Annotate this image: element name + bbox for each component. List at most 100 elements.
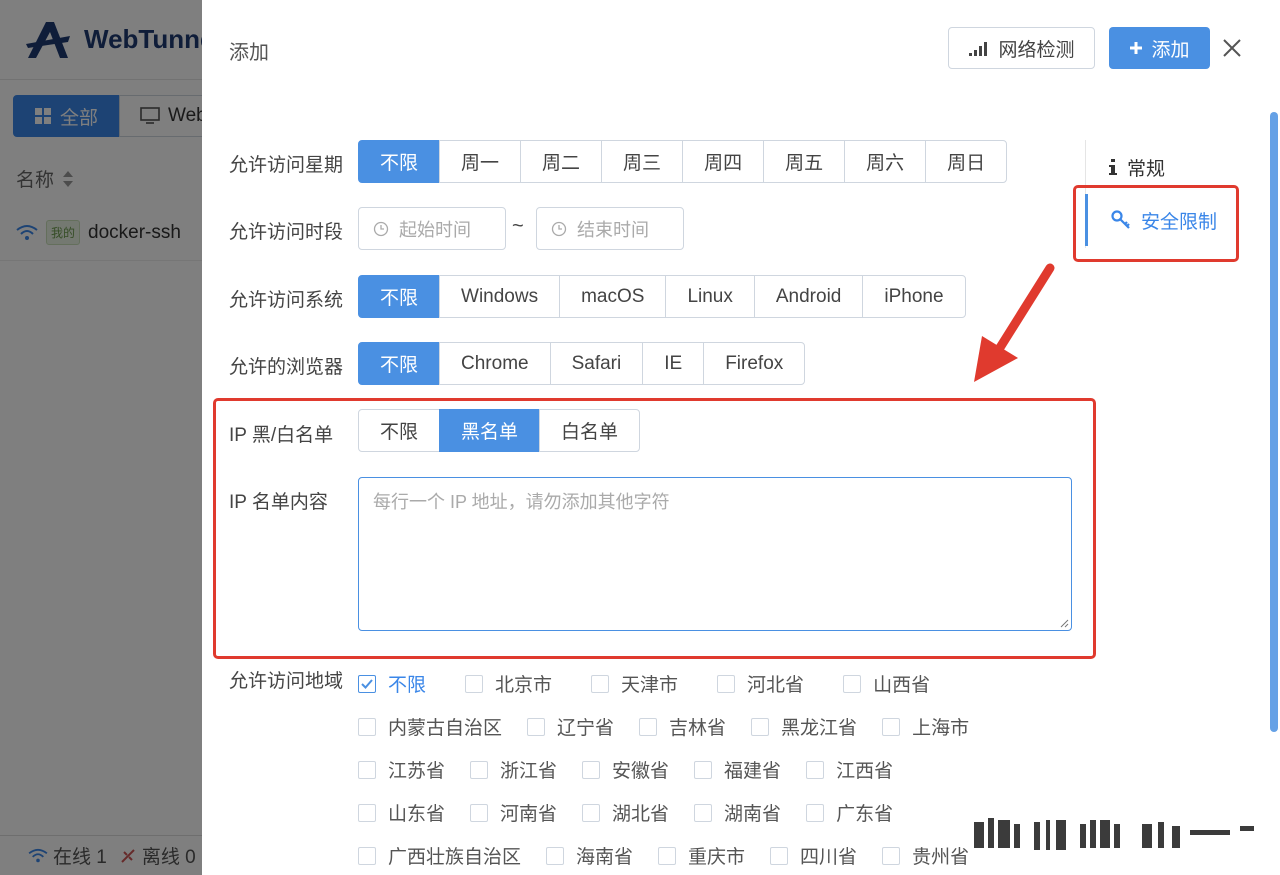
region-checkbox-label: 天津市 — [621, 675, 679, 696]
region-checkbox[interactable]: 重庆市 — [658, 842, 745, 869]
browser-option[interactable]: 不限 — [358, 342, 441, 385]
region-checkbox[interactable]: 湖南省 — [694, 799, 781, 826]
weekday-option[interactable]: 周二 — [520, 140, 603, 183]
region-checkbox[interactable]: 贵州省 — [882, 842, 969, 869]
end-time-placeholder: 结束时间 — [577, 219, 649, 240]
checkbox-box — [527, 717, 546, 736]
end-time-input[interactable]: 结束时间 — [536, 207, 684, 250]
region-checkbox-label: 广西壮族自治区 — [388, 847, 522, 868]
region-checkbox[interactable]: 四川省 — [770, 842, 857, 869]
region-checkbox[interactable]: 上海市 — [882, 713, 969, 740]
checkbox-box — [694, 760, 713, 779]
os-option[interactable]: 不限 — [358, 275, 441, 318]
region-checkbox[interactable]: 江西省 — [806, 756, 893, 783]
add-button[interactable]: 添加 — [1109, 27, 1210, 69]
region-checkbox[interactable]: 河南省 — [470, 799, 557, 826]
checkbox-box — [582, 803, 601, 822]
add-label: 添加 — [1151, 39, 1190, 61]
weekday-option[interactable]: 周日 — [925, 140, 1008, 183]
os-option[interactable]: macOS — [559, 275, 667, 318]
checkbox-box — [717, 674, 736, 693]
weekday-selector: 不限 周一 周二 周三 周四 周五 周六 周日 — [358, 140, 1008, 183]
region-checkbox[interactable]: 山西省 — [843, 670, 930, 697]
region-checkbox-label: 江西省 — [836, 761, 894, 782]
region-checkbox-label: 四川省 — [800, 847, 858, 868]
weekday-option[interactable]: 不限 — [358, 140, 441, 183]
checkbox-box — [358, 803, 376, 822]
checkbox-box — [358, 674, 376, 693]
start-time-input[interactable]: 起始时间 — [358, 207, 506, 250]
region-row: 山东省 河南省 湖北省 湖南省 广东省 — [358, 791, 1078, 834]
region-label: 允许访问地域 — [229, 671, 344, 692]
checkbox-box — [470, 803, 489, 822]
region-checkbox[interactable]: 吉林省 — [639, 713, 726, 740]
checkbox-box — [591, 674, 610, 693]
checkbox-box — [806, 803, 825, 822]
checkbox-box — [882, 846, 901, 865]
close-button[interactable] — [1218, 34, 1246, 62]
region-checkbox-grid: 不限 北京市 天津市 河北省 山西省 内蒙古自治区 辽宁省 吉林省 黑龙江省 上… — [358, 662, 1078, 875]
region-checkbox[interactable]: 辽宁省 — [527, 713, 614, 740]
os-option[interactable]: iPhone — [862, 275, 966, 318]
annotation-arrow-icon — [974, 263, 1055, 382]
network-check-label: 网络检测 — [998, 39, 1075, 61]
region-row: 江苏省 浙江省 安徽省 福建省 江西省 — [358, 748, 1078, 791]
region-checkbox-label: 黑龙江省 — [781, 718, 858, 739]
weekday-label: 允许访问星期 — [229, 155, 344, 176]
nav-general-label: 常规 — [1127, 158, 1166, 180]
region-checkbox-label: 浙江省 — [500, 761, 558, 782]
region-checkbox[interactable]: 广西壮族自治区 — [358, 842, 521, 869]
weekday-option[interactable]: 周三 — [601, 140, 684, 183]
region-checkbox-label: 湖南省 — [724, 804, 782, 825]
browser-option[interactable]: IE — [642, 342, 705, 385]
os-option[interactable]: Android — [753, 275, 864, 318]
checkbox-box — [639, 717, 658, 736]
browser-selector: 不限 Chrome Safari IE Firefox — [358, 342, 806, 385]
region-checkbox[interactable]: 河北省 — [717, 670, 804, 697]
network-check-button[interactable]: 网络检测 — [948, 27, 1095, 69]
annotation-box-ip-section — [213, 398, 1096, 659]
weekday-option[interactable]: 周六 — [844, 140, 927, 183]
checkbox-box — [843, 674, 862, 693]
checkbox-box — [465, 674, 484, 693]
region-checkbox[interactable]: 北京市 — [465, 670, 552, 697]
weekday-option[interactable]: 周四 — [682, 140, 765, 183]
checkbox-box — [658, 846, 677, 865]
checkbox-box — [806, 760, 825, 779]
region-checkbox[interactable]: 海南省 — [546, 842, 633, 869]
region-checkbox[interactable]: 黑龙江省 — [751, 713, 857, 740]
os-option[interactable]: Linux — [665, 275, 755, 318]
start-time-placeholder: 起始时间 — [399, 219, 471, 240]
browser-option[interactable]: Firefox — [703, 342, 806, 385]
weekday-option[interactable]: 周一 — [439, 140, 522, 183]
time-range-label: 允许访问时段 — [229, 222, 344, 243]
region-checkbox[interactable]: 内蒙古自治区 — [358, 713, 502, 740]
region-checkbox[interactable]: 广东省 — [806, 799, 893, 826]
region-checkbox[interactable]: 浙江省 — [470, 756, 557, 783]
region-checkbox[interactable]: 不限 — [358, 670, 426, 697]
drawer-title: 添加 — [229, 42, 269, 64]
region-checkbox-label: 广东省 — [836, 804, 894, 825]
os-selector: 不限 Windows macOS Linux Android iPhone — [358, 275, 966, 318]
region-row: 不限 北京市 天津市 河北省 山西省 — [358, 662, 1078, 705]
region-checkbox[interactable]: 福建省 — [694, 756, 781, 783]
region-checkbox-label: 湖北省 — [612, 804, 670, 825]
region-checkbox-label: 河南省 — [500, 804, 558, 825]
weekday-option[interactable]: 周五 — [763, 140, 846, 183]
region-checkbox[interactable]: 江苏省 — [358, 756, 445, 783]
region-checkbox[interactable]: 安徽省 — [582, 756, 669, 783]
os-option[interactable]: Windows — [439, 275, 561, 318]
region-checkbox[interactable]: 山东省 — [358, 799, 445, 826]
region-checkbox-label: 贵州省 — [912, 847, 970, 868]
region-row: 内蒙古自治区 辽宁省 吉林省 黑龙江省 上海市 — [358, 705, 1078, 748]
scrollbar-thumb[interactable] — [1270, 112, 1278, 732]
region-checkbox[interactable]: 天津市 — [591, 670, 678, 697]
checkbox-box — [751, 717, 770, 736]
close-icon — [1223, 39, 1241, 57]
region-checkbox-label: 辽宁省 — [557, 718, 615, 739]
region-row: 广西壮族自治区 海南省 重庆市 四川省 贵州省 — [358, 834, 1078, 875]
browser-option[interactable]: Safari — [549, 342, 644, 385]
browser-option[interactable]: Chrome — [439, 342, 551, 385]
checkbox-box — [694, 803, 713, 822]
region-checkbox[interactable]: 湖北省 — [582, 799, 669, 826]
